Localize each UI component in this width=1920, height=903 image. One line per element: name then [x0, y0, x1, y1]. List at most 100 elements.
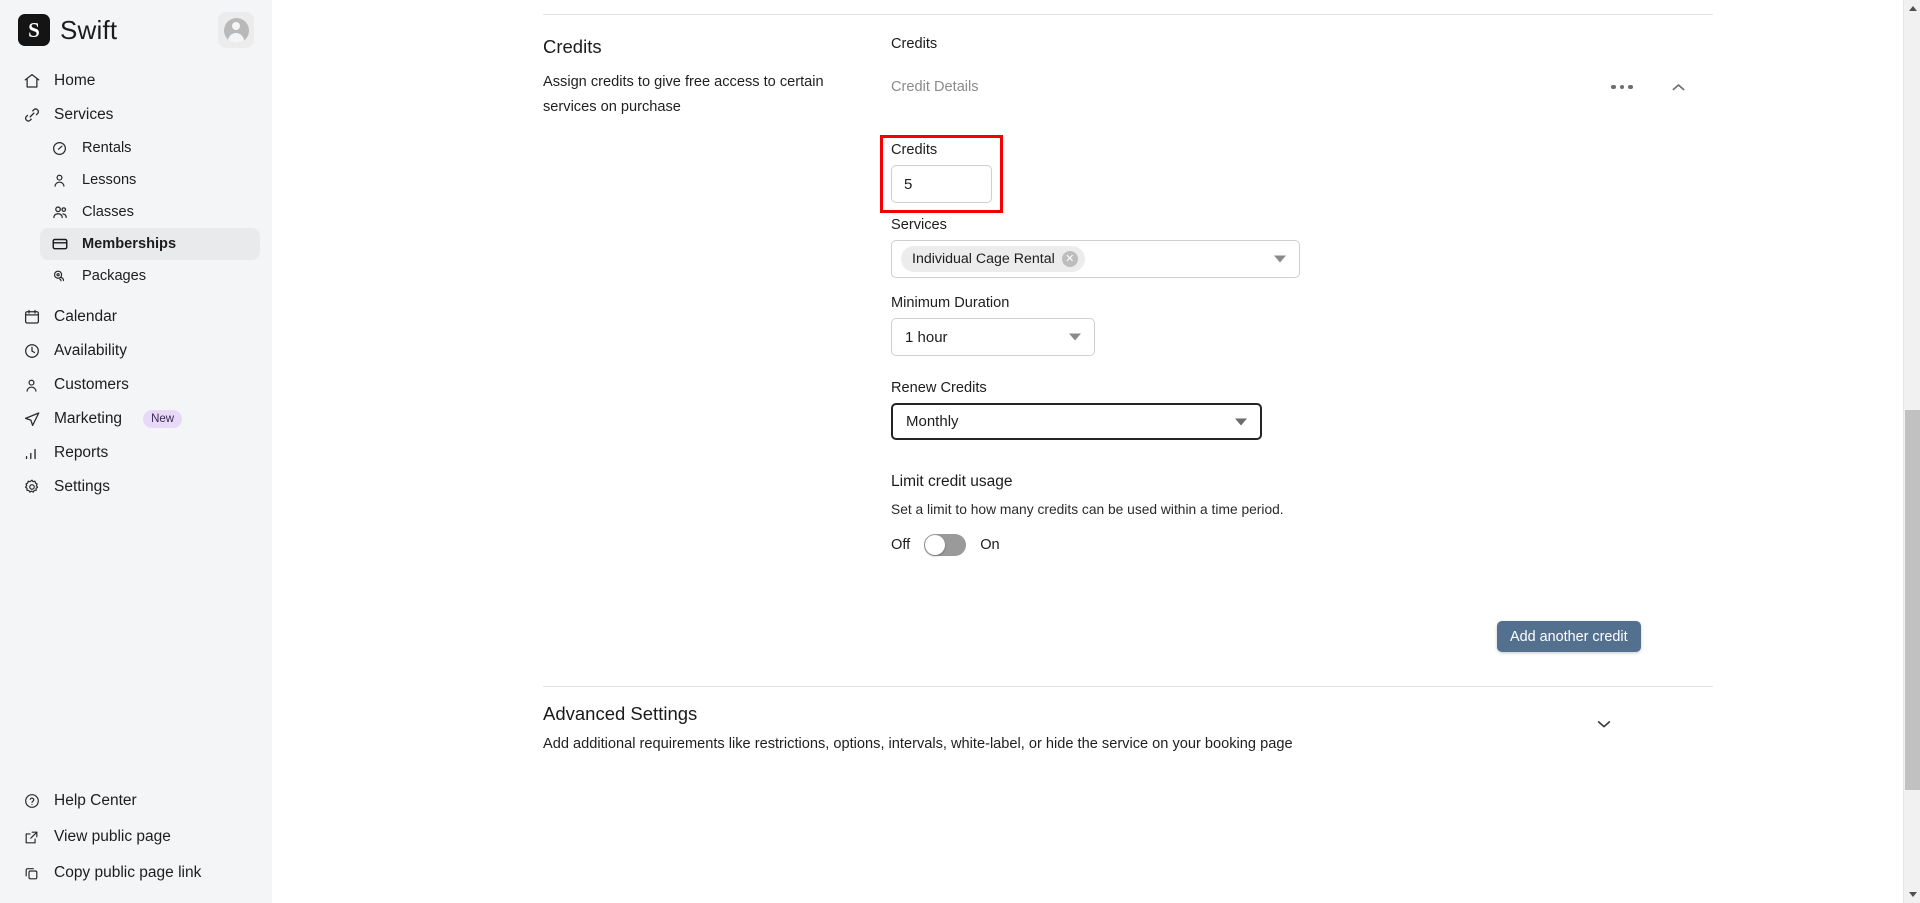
sidebar-item-label: Customers: [54, 376, 129, 393]
swift-logo-icon: S: [18, 14, 50, 46]
sidebar-header: S Swift: [0, 0, 272, 58]
ellipsis-icon[interactable]: [1609, 74, 1635, 100]
sidebar-item-label: Help Center: [54, 792, 137, 809]
copy-icon: [22, 864, 41, 883]
sidebar-item-label: Marketing: [54, 410, 123, 427]
person-icon: [22, 376, 41, 395]
sidebar-item-label: Settings: [54, 478, 111, 495]
toggle-knob: [925, 535, 946, 555]
sidebar-item-classes[interactable]: Classes: [40, 196, 260, 228]
minimum-duration-label: Minimum Duration: [891, 295, 1010, 311]
sidebar-item-label: Reports: [54, 444, 109, 461]
sidebar-item-memberships[interactable]: Memberships: [40, 228, 260, 260]
link-icon: [22, 106, 41, 125]
close-circle-icon[interactable]: ✕: [1061, 251, 1078, 267]
card-icon: [50, 235, 69, 254]
sidebar-item-packages[interactable]: Packages: [40, 260, 260, 292]
limit-credit-usage-toggle[interactable]: [924, 534, 967, 556]
sidebar-services-children: Rentals Lessons Classes Memberships Pack…: [12, 132, 260, 292]
credit-details-panel: Credits Credit Details: [891, 36, 1703, 100]
sidebar-item-rentals[interactable]: Rentals: [40, 132, 260, 164]
marketing-new-badge: New: [143, 409, 183, 429]
tags-icon: [50, 267, 69, 286]
chevron-down-icon: [1274, 255, 1286, 263]
credits-input[interactable]: [891, 165, 992, 203]
sidebar-item-label: Home: [54, 72, 96, 89]
divider-advanced: [543, 686, 1713, 687]
vertical-scrollbar[interactable]: [1903, 0, 1920, 903]
sidebar-item-label: Calendar: [54, 308, 117, 325]
gear-icon: [22, 478, 41, 497]
credits-field: Credits: [891, 142, 992, 203]
sidebar-item-reports[interactable]: Reports: [12, 436, 260, 470]
services-field-label: Services: [891, 217, 947, 233]
services-select[interactable]: Individual Cage Rental ✕: [891, 240, 1300, 278]
chevron-down-icon: [1069, 333, 1081, 341]
service-chip[interactable]: Individual Cage Rental ✕: [901, 246, 1085, 272]
bar-chart-icon: [22, 444, 41, 463]
renew-credits-select[interactable]: Monthly: [891, 403, 1262, 440]
sidebar-footer: Help Center View public page Copy public…: [0, 783, 272, 903]
sidebar-item-availability[interactable]: Availability: [12, 334, 260, 368]
sidebar-item-label: Classes: [82, 204, 134, 220]
sidebar-item-settings[interactable]: Settings: [12, 470, 260, 504]
renew-credits-label: Renew Credits: [891, 380, 987, 396]
credit-details-actions: [1609, 74, 1691, 100]
chevron-down-icon[interactable]: [1594, 714, 1614, 734]
minimum-duration-select[interactable]: 1 hour: [891, 318, 1095, 356]
external-link-icon: [22, 828, 41, 847]
viewport-clip: [272, 889, 1903, 903]
sidebar-item-label: Packages: [82, 268, 147, 284]
user-avatar-icon: [223, 17, 249, 43]
brand-name: Swift: [60, 14, 118, 45]
calendar-icon: [22, 308, 41, 327]
sidebar-item-help-center[interactable]: Help Center: [12, 783, 260, 819]
settings-sheet: Credits Assign credits to give free acce…: [272, 0, 1903, 903]
limit-credit-usage-toggle-row: Off On: [891, 534, 1411, 556]
sidebar-item-calendar[interactable]: Calendar: [12, 300, 260, 334]
service-chip-label: Individual Cage Rental: [912, 251, 1055, 267]
sidebar-item-copy-public-page-link[interactable]: Copy public page link: [12, 855, 260, 891]
main-content: Credits Assign credits to give free acce…: [272, 0, 1920, 903]
limit-credit-usage-description: Set a limit to how many credits can be u…: [891, 502, 1284, 517]
sidebar: S Swift Home Services Rentals Lessons Cl…: [0, 0, 272, 903]
chevron-up-icon[interactable]: [1665, 74, 1691, 100]
brand[interactable]: S Swift: [18, 14, 117, 46]
scroll-down-icon[interactable]: [1904, 886, 1920, 903]
advanced-settings-description: Add additional requirements like restric…: [543, 736, 1293, 752]
scroll-up-icon[interactable]: [1904, 0, 1920, 17]
renew-credits-field: Renew Credits Monthly: [891, 380, 1262, 440]
credits-panel-label: Credits: [891, 36, 938, 52]
app-root: S Swift Home Services Rentals Lessons Cl…: [0, 0, 1920, 903]
toggle-off-label: Off: [891, 537, 911, 553]
scrollbar-thumb[interactable]: [1905, 410, 1920, 790]
minimum-duration-field: Minimum Duration 1 hour: [891, 295, 1095, 356]
sidebar-item-home[interactable]: Home: [12, 64, 260, 98]
sidebar-item-marketing[interactable]: Marketing New: [12, 402, 260, 436]
credits-field-label: Credits: [891, 142, 938, 158]
credits-section-info: Credits Assign credits to give free acce…: [543, 36, 853, 120]
credit-details-header: Credit Details: [891, 74, 1703, 100]
sidebar-item-lessons[interactable]: Lessons: [40, 164, 260, 196]
sidebar-item-label: Copy public page link: [54, 864, 202, 881]
gauge-icon: [50, 139, 69, 158]
sidebar-item-label: Services: [54, 106, 114, 123]
add-another-credit-button[interactable]: Add another credit: [1497, 621, 1641, 652]
sidebar-item-customers[interactable]: Customers: [12, 368, 260, 402]
sidebar-nav: Home Services Rentals Lessons Classes Me…: [0, 58, 272, 783]
home-icon: [22, 72, 41, 91]
sidebar-item-services[interactable]: Services: [12, 98, 260, 132]
toggle-on-label: On: [980, 537, 1000, 553]
services-field: Services Individual Cage Rental ✕: [891, 217, 1300, 278]
sidebar-item-label: Lessons: [82, 172, 137, 188]
chevron-down-icon: [1235, 418, 1247, 425]
send-icon: [22, 410, 41, 429]
sidebar-item-view-public-page[interactable]: View public page: [12, 819, 260, 855]
sidebar-item-label: Availability: [54, 342, 127, 359]
sidebar-item-label: Rentals: [82, 140, 132, 156]
people-icon: [50, 203, 69, 222]
advanced-settings-title: Advanced Settings: [543, 703, 698, 724]
sidebar-item-label: Memberships: [82, 236, 177, 252]
avatar[interactable]: [218, 12, 254, 48]
limit-credit-usage-field: Limit credit usage Set a limit to how ma…: [891, 473, 1411, 556]
